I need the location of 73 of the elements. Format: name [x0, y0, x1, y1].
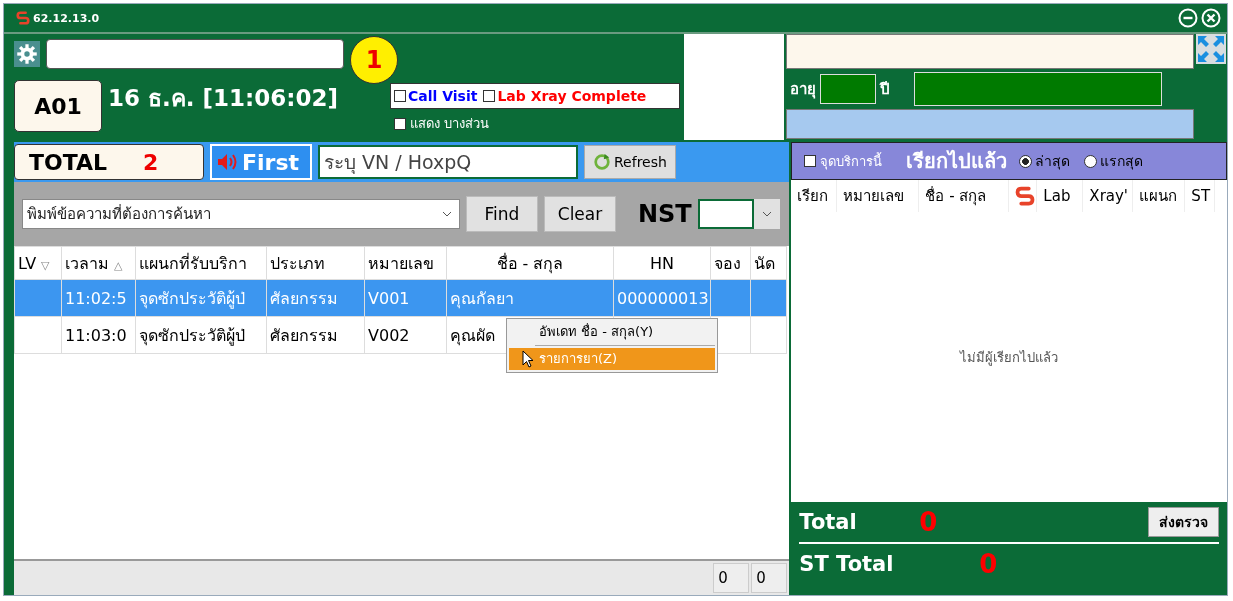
- table-cell: คุณกัลยา: [450, 288, 514, 308]
- count-field: 0: [751, 563, 788, 593]
- radio-button[interactable]: [1019, 154, 1033, 168]
- search-field[interactable]: พิมพ์ข้อความที่ต้องการค้นหา: [22, 199, 460, 229]
- refresh-icon: [593, 153, 611, 171]
- column-header[interactable]: แผนก: [1139, 184, 1178, 208]
- count-field: 0: [713, 563, 750, 593]
- find-button[interactable]: Find: [466, 196, 538, 232]
- column-header[interactable]: หมายเลข: [843, 184, 905, 208]
- column-header[interactable]: Xray': [1089, 187, 1128, 205]
- table-cell: ศัลยกรรม: [270, 288, 338, 308]
- column-header[interactable]: ชื่อ - สกุล: [925, 184, 987, 208]
- expand-icon[interactable]: [1196, 34, 1226, 64]
- settings-icon[interactable]: [14, 41, 40, 67]
- nst-label: NST: [638, 200, 692, 228]
- table-cell: 11:03:0: [65, 325, 127, 345]
- checkbox[interactable]: [804, 155, 817, 167]
- minimize-icon[interactable]: [1178, 8, 1198, 28]
- checkbox[interactable]: [394, 90, 406, 102]
- panel-title: เรียกไปแล้ว: [906, 148, 1008, 175]
- column-header[interactable]: HN: [650, 253, 674, 273]
- chevron-icon: [761, 211, 772, 217]
- st-total-value: 0: [978, 549, 999, 579]
- total-label: Total: [799, 510, 858, 534]
- menu-item[interactable]: อัพเดท ชื่อ - สกุล(Y): [509, 321, 715, 343]
- window-title: 62.12.13.0: [33, 11, 100, 25]
- checkbox-label: แสดง บางส่วน: [410, 115, 490, 133]
- name-field[interactable]: [46, 39, 344, 69]
- cursor-icon: [522, 350, 534, 368]
- table-cell: จุดซักประวัติผู้ป่: [139, 325, 245, 345]
- sort-icon[interactable]: ▽: [41, 258, 50, 272]
- dropdown-button[interactable]: [753, 199, 780, 229]
- checkbox-label: Call Visit: [408, 88, 478, 104]
- table-cell: 000000013: [617, 288, 709, 308]
- table-cell: จุดซักประวัติผู้ป่: [139, 288, 245, 308]
- nst-field[interactable]: [697, 199, 754, 229]
- table-cell: V002: [368, 325, 410, 345]
- age-label: อายุ: [790, 79, 816, 101]
- vn-field[interactable]: ระบุ VN / HoxpQ: [318, 145, 578, 179]
- radio-button[interactable]: [1084, 154, 1098, 168]
- total-label: TOTAL: [29, 149, 108, 175]
- chevron-icon: [442, 211, 452, 217]
- close-icon[interactable]: [1201, 8, 1221, 28]
- logo-icon: [1015, 186, 1036, 206]
- column-header[interactable]: ST: [1191, 187, 1211, 205]
- empty-message: ไม่มีผู้เรียกไปแล้ว: [960, 348, 1059, 368]
- send-button[interactable]: ส่งตรวจ: [1148, 507, 1219, 537]
- year-label: ปี: [880, 79, 890, 100]
- st-total-label: ST Total: [799, 552, 895, 576]
- table-cell: V001: [368, 288, 410, 308]
- radio-label: ล่าสุด: [1035, 152, 1071, 172]
- total-count: 2: [143, 149, 159, 175]
- table-cell: 11:02:5: [65, 288, 127, 308]
- date-time: 16 ธ.ค. [11:06:02]: [108, 84, 339, 113]
- column-header[interactable]: Lab: [1043, 187, 1071, 205]
- table-cell: ศัลยกรรม: [270, 325, 338, 345]
- checkbox[interactable]: [394, 117, 406, 130]
- table-cell: คุณผัด: [450, 325, 495, 345]
- column-header[interactable]: เรียก: [797, 184, 829, 208]
- refresh-button[interactable]: Refresh: [584, 145, 676, 179]
- clear-button[interactable]: Clear: [544, 196, 616, 232]
- checkbox-label: Lab Xray Complete: [497, 88, 647, 104]
- age-field: [820, 74, 876, 104]
- checkbox[interactable]: [483, 90, 496, 102]
- radio-label: แรกสุด: [1100, 152, 1144, 172]
- counter-label: A01: [14, 80, 102, 132]
- checkbox-label: จุดบริการนี้: [820, 151, 883, 172]
- column-header[interactable]: เวลาม: [65, 253, 109, 273]
- total-value: 0: [919, 507, 939, 537]
- sort-icon[interactable]: △: [114, 258, 123, 272]
- column-header[interactable]: LV: [18, 253, 37, 273]
- number-badge: 1: [350, 36, 398, 84]
- logo-icon: [16, 11, 30, 25]
